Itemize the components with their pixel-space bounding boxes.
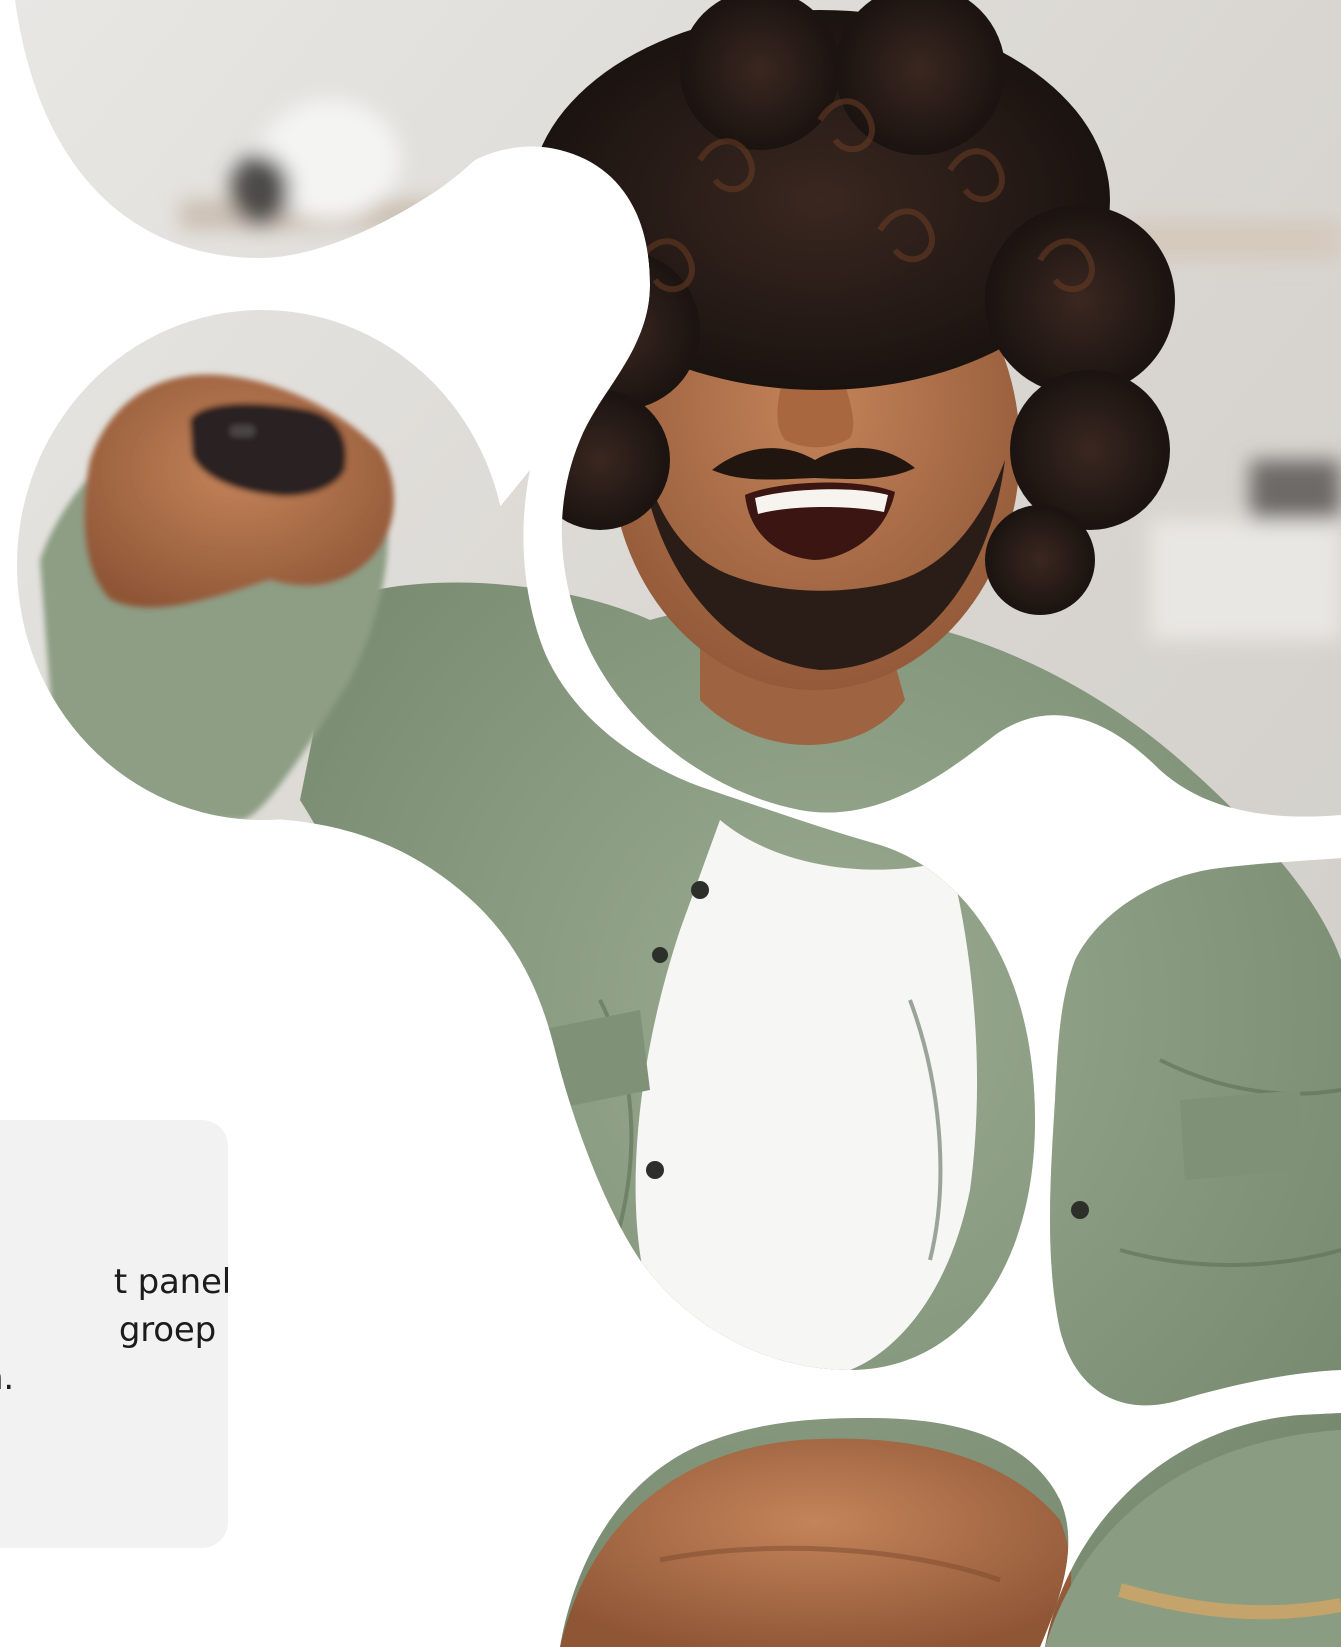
info-card: t panel groep en. — [0, 1120, 231, 1548]
card-text-line-1: t panel — [113, 1262, 231, 1302]
card-text-line-3: en. — [0, 1358, 14, 1398]
card-text-line-2: groep — [118, 1310, 216, 1350]
